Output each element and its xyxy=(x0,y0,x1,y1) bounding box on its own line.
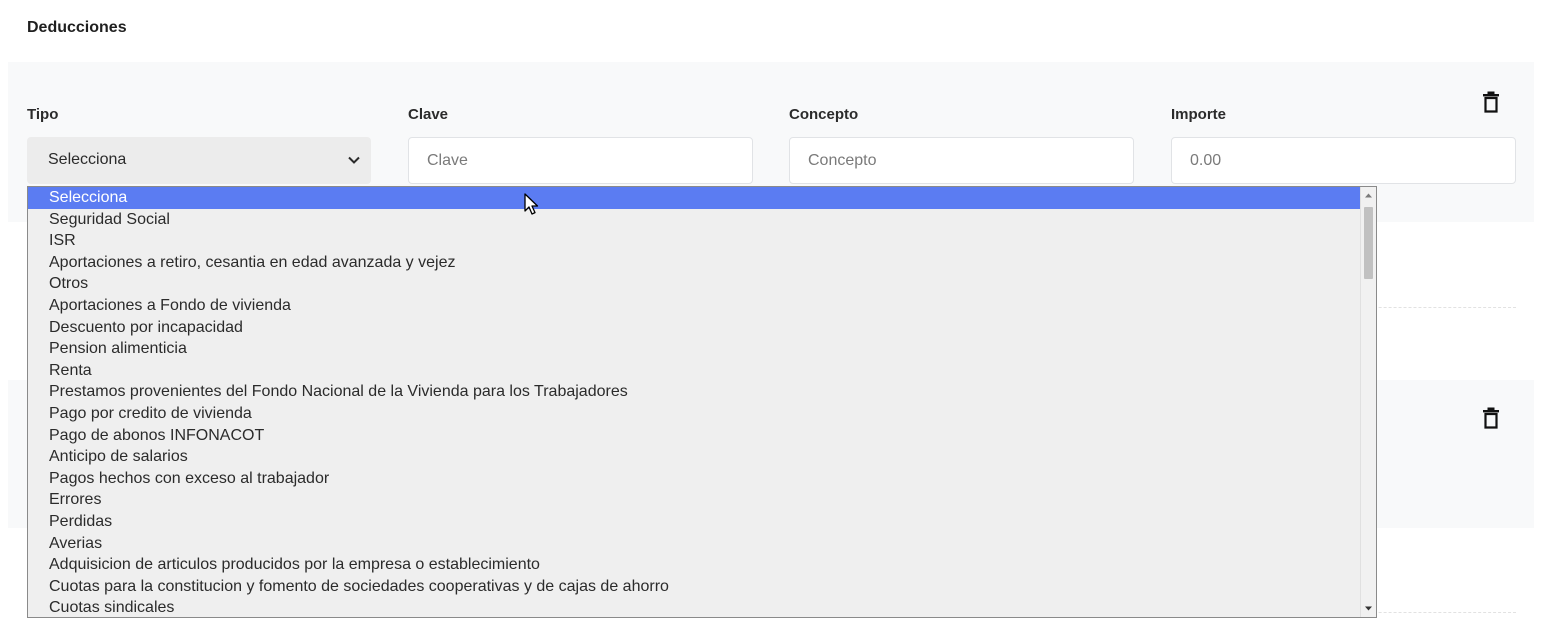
trash-icon[interactable] xyxy=(1482,407,1500,429)
dropdown-option[interactable]: Aportaciones a retiro, cesantia en edad … xyxy=(28,252,1376,274)
dropdown-option[interactable]: ISR xyxy=(28,230,1376,252)
dropdown-option[interactable]: Cuotas para la constitucion y fomento de… xyxy=(28,576,1376,598)
dropdown-option[interactable]: Cuotas sindicales xyxy=(28,597,1376,617)
importe-input[interactable] xyxy=(1171,137,1516,184)
mouse-pointer-icon xyxy=(524,193,539,215)
trash-icon[interactable] xyxy=(1482,91,1500,113)
dropdown-option[interactable]: Pago por credito de vivienda xyxy=(28,403,1376,425)
dropdown-option[interactable]: Anticipo de salarios xyxy=(28,446,1376,468)
importe-label: Importe xyxy=(1171,106,1227,123)
dropdown-option[interactable]: Descuento por incapacidad xyxy=(28,317,1376,339)
chevron-down-icon xyxy=(348,156,360,164)
tipo-select-value: Selecciona xyxy=(48,151,127,168)
tipo-select[interactable]: Selecciona xyxy=(27,137,371,184)
dropdown-option[interactable]: Perdidas xyxy=(28,511,1376,533)
dropdown-option[interactable]: Averias xyxy=(28,533,1376,555)
dropdown-option[interactable]: Pension alimenticia xyxy=(28,338,1376,360)
tipo-dropdown-list[interactable]: Selecciona Seguridad Social ISR Aportaci… xyxy=(27,186,1377,618)
dropdown-option[interactable]: Aportaciones a Fondo de vivienda xyxy=(28,295,1376,317)
dropdown-option[interactable]: Selecciona xyxy=(28,187,1376,209)
clave-label: Clave xyxy=(408,106,449,123)
dropdown-option[interactable]: Errores xyxy=(28,489,1376,511)
dropdown-option[interactable]: Seguridad Social xyxy=(28,209,1376,231)
dropdown-option[interactable]: Renta xyxy=(28,360,1376,382)
dropdown-option[interactable]: Pagos hechos con exceso al trabajador xyxy=(28,468,1376,490)
concepto-label: Concepto xyxy=(789,106,859,123)
scroll-up-arrow-icon[interactable] xyxy=(1361,188,1376,203)
dropdown-option[interactable]: Adquisicion de articulos producidos por … xyxy=(28,554,1376,576)
dropdown-option[interactable]: Otros xyxy=(28,273,1376,295)
tipo-label: Tipo xyxy=(27,106,59,123)
scroll-down-arrow-icon[interactable] xyxy=(1361,601,1376,616)
concepto-input[interactable] xyxy=(789,137,1134,184)
dropdown-option[interactable]: Pago de abonos INFONACOT xyxy=(28,425,1376,447)
dropdown-scrollbar[interactable] xyxy=(1360,187,1376,617)
section-title: Deducciones xyxy=(27,19,127,36)
clave-input[interactable] xyxy=(408,137,753,184)
scrollbar-thumb[interactable] xyxy=(1364,207,1373,279)
dropdown-option[interactable]: Prestamos provenientes del Fondo Naciona… xyxy=(28,381,1376,403)
